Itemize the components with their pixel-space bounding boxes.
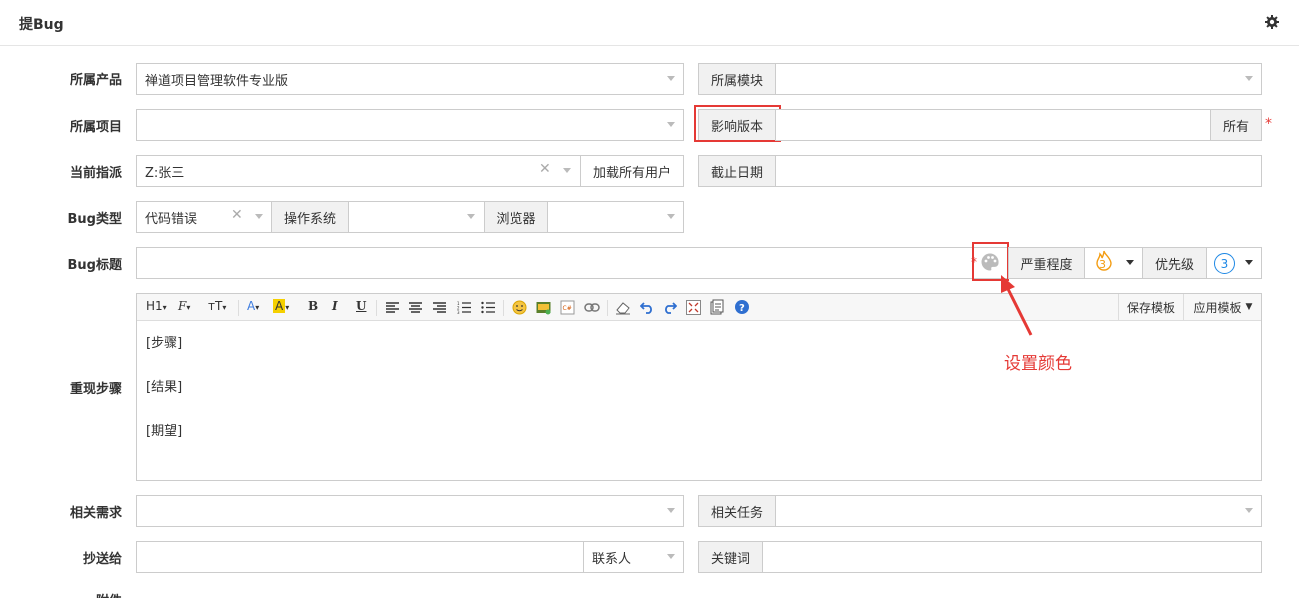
os-select[interactable] xyxy=(348,201,485,233)
cc-select[interactable] xyxy=(136,541,584,573)
chevron-down-icon xyxy=(1126,260,1134,265)
chevron-down-icon xyxy=(667,554,675,559)
emoji-icon[interactable] xyxy=(512,300,527,315)
redo-icon[interactable] xyxy=(663,300,677,314)
align-left-icon[interactable] xyxy=(386,302,399,314)
affected-version-select[interactable] xyxy=(775,109,1211,141)
bg-color-button[interactable]: A ▾ xyxy=(273,299,289,313)
related-story-label: 相关需求 xyxy=(69,506,122,521)
attachment-label: 附件 xyxy=(32,590,122,598)
chevron-down-icon xyxy=(467,214,475,219)
severity-value: 3 xyxy=(1099,258,1106,271)
assigned-select[interactable] xyxy=(136,155,581,187)
align-right-icon[interactable] xyxy=(433,302,446,314)
assigned-value: Z:张三 xyxy=(145,166,185,181)
related-task-select[interactable] xyxy=(775,495,1262,527)
chevron-down-icon xyxy=(1245,76,1253,81)
heading-button[interactable]: H1▾ xyxy=(146,299,167,313)
module-select[interactable] xyxy=(775,63,1262,95)
chevron-down-icon xyxy=(1245,260,1253,265)
browser-select[interactable] xyxy=(547,201,684,233)
editor-line: [期望] xyxy=(146,424,183,439)
clear-icon[interactable]: ✕ xyxy=(231,207,243,223)
module-label: 所属模块 xyxy=(698,63,776,95)
bugtitle-input[interactable] xyxy=(136,247,1009,279)
os-label: 操作系统 xyxy=(271,201,349,233)
cc-label: 抄送给 xyxy=(82,552,122,567)
deadline-input[interactable] xyxy=(775,155,1262,187)
underline-button[interactable]: U xyxy=(356,299,366,313)
project-select[interactable] xyxy=(136,109,684,141)
ordered-list-icon[interactable]: 123 xyxy=(457,301,471,314)
load-all-users-button[interactable]: 加载所有用户 xyxy=(580,155,684,187)
highlight-frame xyxy=(694,105,781,142)
align-center-icon[interactable] xyxy=(409,302,422,314)
project-label: 所属项目 xyxy=(69,120,122,135)
product-value: 禅道项目管理软件专业版 xyxy=(145,74,289,89)
eraser-icon[interactable] xyxy=(615,300,631,315)
svg-text:3: 3 xyxy=(457,310,460,314)
help-icon[interactable]: ? xyxy=(734,299,750,315)
font-size-button[interactable]: тT▾ xyxy=(208,299,226,313)
steps-label: 重现步骤 xyxy=(69,382,122,397)
font-family-button[interactable]: F▾ xyxy=(178,299,190,313)
bold-button[interactable]: B xyxy=(308,299,318,313)
browser-label: 浏览器 xyxy=(484,201,548,233)
fullscreen-icon[interactable] xyxy=(686,300,701,315)
editor-line: [步骤] xyxy=(146,336,183,351)
source-icon[interactable] xyxy=(710,299,724,315)
apply-template-button[interactable]: 应用模板 ▼ xyxy=(1183,294,1262,320)
font-color-button[interactable]: A▾ xyxy=(247,299,259,313)
steps-editor[interactable]: [步骤] [结果] [期望] xyxy=(136,320,1262,481)
editor-toolbar: H1▾ F▾ тT▾ A▾ A ▾ B I U 123 C# ? 保存模板 应用模… xyxy=(136,293,1262,321)
chevron-down-icon xyxy=(667,214,675,219)
page-title: 提Bug xyxy=(19,17,64,33)
affected-version-all-button[interactable]: 所有 xyxy=(1210,109,1262,141)
image-icon[interactable] xyxy=(536,300,551,315)
chevron-down-icon xyxy=(1245,508,1253,513)
chevron-down-icon xyxy=(255,214,263,219)
svg-text:?: ? xyxy=(739,303,745,314)
product-label: 所属产品 xyxy=(69,73,122,88)
editor-line: [结果] xyxy=(146,380,183,395)
italic-button[interactable]: I xyxy=(332,299,338,313)
undo-icon[interactable] xyxy=(640,300,654,314)
bugtitle-label: Bug标题 xyxy=(67,258,122,273)
bugtype-value: 代码错误 xyxy=(145,212,198,227)
svg-text:C#: C# xyxy=(563,305,572,312)
annotation-text: 设置颜色 xyxy=(1004,354,1072,374)
required-marker: * xyxy=(1265,116,1272,132)
save-template-button[interactable]: 保存模板 xyxy=(1118,294,1183,320)
related-task-label: 相关任务 xyxy=(698,495,776,527)
priority-label: 优先级 xyxy=(1142,247,1207,279)
bugtype-label: Bug类型 xyxy=(67,212,122,227)
code-icon[interactable]: C# xyxy=(560,300,575,315)
keywords-input[interactable] xyxy=(762,541,1262,573)
keywords-label: 关键词 xyxy=(698,541,763,573)
clear-icon[interactable]: ✕ xyxy=(539,161,551,177)
related-story-select[interactable] xyxy=(136,495,684,527)
link-icon[interactable] xyxy=(584,302,600,313)
deadline-label: 截止日期 xyxy=(698,155,776,187)
gear-icon[interactable] xyxy=(1264,14,1280,30)
priority-badge: 3 xyxy=(1214,253,1235,274)
chevron-down-icon xyxy=(667,122,675,127)
assigned-label: 当前指派 xyxy=(69,166,122,181)
chevron-down-icon xyxy=(667,508,675,513)
page-header xyxy=(0,0,1299,46)
chevron-down-icon xyxy=(667,76,675,81)
chevron-down-icon xyxy=(563,168,571,173)
bullet-list-icon[interactable] xyxy=(481,301,495,314)
annotation-arrow xyxy=(1001,275,1033,336)
contacts-label: 联系人 xyxy=(592,552,632,567)
